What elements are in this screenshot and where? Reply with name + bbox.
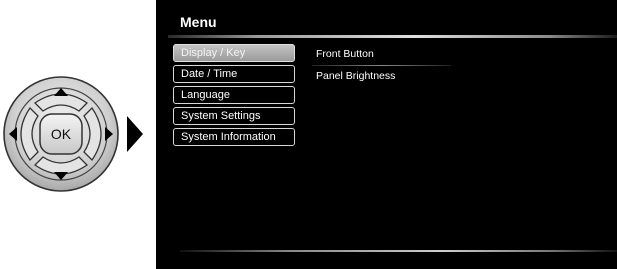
submenu-item-panel-brightness[interactable]: Panel Brightness — [316, 66, 441, 88]
menu-item-system-information[interactable]: System Information — [173, 128, 295, 146]
menu-item-date-time[interactable]: Date / Time — [173, 65, 295, 83]
pointer-arrow-icon — [127, 116, 143, 152]
menu-item-language[interactable]: Language — [173, 86, 295, 104]
menu-title: Menu — [180, 14, 217, 30]
menu-item-system-settings[interactable]: System Settings — [173, 107, 295, 125]
control-pad: OK — [3, 76, 119, 192]
menu-item-display-key[interactable]: Display / Key — [173, 44, 295, 62]
title-divider — [168, 35, 617, 38]
device-screen: Menu Display / Key Date / Time Language … — [156, 0, 617, 269]
ok-label: OK — [51, 126, 72, 142]
main-menu: Display / Key Date / Time Language Syste… — [173, 44, 295, 149]
submenu: Front Button Panel Brightness — [312, 44, 451, 88]
bottom-divider — [180, 250, 617, 252]
submenu-item-front-button[interactable]: Front Button — [312, 44, 451, 66]
ok-button[interactable]: OK — [39, 113, 83, 155]
